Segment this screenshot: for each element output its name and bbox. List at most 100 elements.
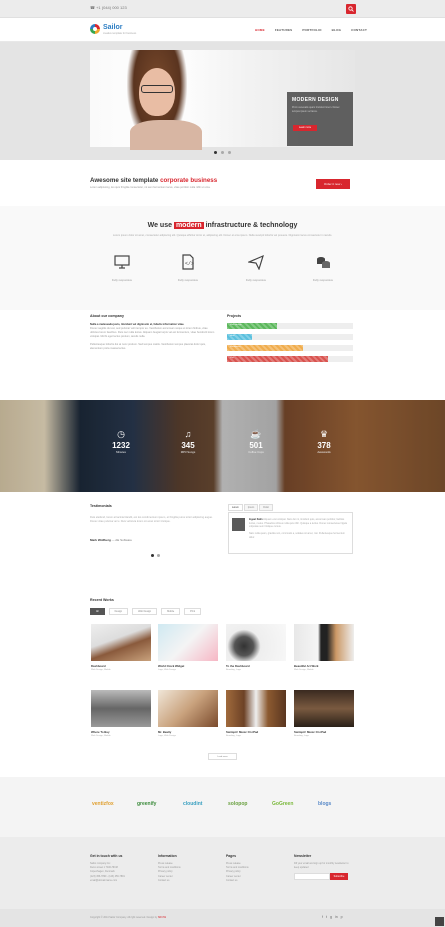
- portfolio-title: Swimpin' Music On iPad: [294, 730, 327, 734]
- clients-strip: ventizfox greenify cloudint solopop GoGr…: [0, 777, 445, 837]
- feature-item: Fully responsive: [102, 254, 142, 282]
- portfolio-title: Where To Buy: [91, 730, 110, 734]
- testimonial-dot[interactable]: [157, 554, 160, 557]
- filter-print[interactable]: Print: [184, 608, 202, 615]
- phone-number: ☎ +1 (044) 000 123: [90, 5, 127, 10]
- feature-label: Fully responsive: [312, 278, 334, 282]
- portfolio-category: Branding, Logo: [294, 735, 309, 737]
- tab-dolor[interactable]: Dolor: [259, 504, 274, 511]
- search-button[interactable]: [346, 4, 356, 14]
- brand-tagline: creative template for business: [103, 32, 137, 35]
- newsletter-email-input[interactable]: [294, 873, 330, 881]
- progress-fill: Html: [227, 334, 253, 340]
- stats-band: ◷ 1232 Minutes ♫ 345 MP3 Songs ☕ 501 Cof…: [0, 400, 445, 492]
- nav-portfolio[interactable]: PORTFOLIO: [302, 28, 321, 32]
- stat-label: Minutes: [116, 450, 126, 454]
- feature-label: Fully responsive: [245, 278, 267, 282]
- progress-fill: Wordpress: [227, 345, 303, 351]
- hero-caption: MODERN DESIGN Proin venenatis quam tinci…: [287, 92, 353, 146]
- load-more-button[interactable]: Load more: [208, 753, 237, 760]
- logo-icon[interactable]: [90, 24, 100, 34]
- client-logo[interactable]: cloudint: [183, 801, 202, 807]
- google-plus-icon[interactable]: g: [330, 915, 332, 919]
- facebook-icon[interactable]: f: [322, 915, 323, 919]
- progress-bar: Html: [227, 334, 353, 340]
- brand-name[interactable]: Sailor: [103, 24, 122, 31]
- client-logo[interactable]: solopop: [228, 801, 247, 807]
- code-file-icon: </>: [182, 254, 194, 270]
- nav-home[interactable]: HOME: [255, 28, 265, 32]
- portfolio-category: Web Design, Mobile: [91, 669, 111, 671]
- progress-label: Php: [230, 357, 234, 359]
- nav-blog[interactable]: BLOG: [332, 28, 341, 32]
- stat-label: Awwwards: [317, 450, 331, 454]
- hero-button[interactable]: Learn more: [293, 125, 317, 131]
- portfolio-item[interactable]: Mr. Beatty Logo, Web Design: [158, 690, 218, 737]
- client-logo[interactable]: GoGreen: [272, 801, 293, 807]
- stat-item: ♫ 345 MP3 Songs: [163, 428, 213, 454]
- filter-design[interactable]: Design: [108, 608, 129, 615]
- feature-item: Fully responsive: [303, 254, 343, 282]
- designer-link[interactable]: SRCSS: [158, 916, 166, 919]
- tech-title: We use modern infrastructure & technolog…: [147, 222, 298, 229]
- pinterest-icon[interactable]: p: [341, 915, 343, 919]
- about-text: Nulla a malesuada justo, tincidunt vel d…: [90, 323, 215, 350]
- subscribe-button[interactable]: Subscribe: [330, 873, 348, 881]
- portfolio-category: Branding, Logo: [226, 735, 241, 737]
- portfolio-item[interactable]: Swimpin' Music On iPad Branding, Logo: [294, 690, 354, 737]
- tech-subtitle: Lorem ipsum dolor sit amet, consectetur …: [112, 234, 333, 237]
- stat-number: 501: [249, 441, 263, 450]
- portfolio-title: World Clock Widget: [158, 664, 185, 668]
- footer-heading: Get in touch with us: [90, 854, 123, 858]
- svg-text:</>: </>: [185, 261, 194, 267]
- portfolio-category: Web Design, Mobile: [294, 669, 314, 671]
- database-icon: [317, 257, 330, 268]
- tab-panel: Ingeet Kalm Aliquam erat volutpat. Nam d…: [228, 512, 353, 554]
- client-logo[interactable]: ventizfox: [92, 801, 114, 807]
- client-logo[interactable]: greenify: [137, 801, 156, 807]
- footer-link[interactable]: Contact us: [158, 879, 181, 883]
- portfolio-item[interactable]: Swimpin' Music On iPad Branding, Logo: [226, 690, 286, 737]
- nav-contact[interactable]: CONTACT: [351, 28, 367, 32]
- footer-heading: Pages: [226, 854, 236, 858]
- paper-plane-icon: [246, 254, 264, 271]
- tab-lorem[interactable]: Lorem: [228, 504, 243, 511]
- clock-icon: ◷: [117, 429, 125, 439]
- slider-dot[interactable]: [228, 151, 231, 154]
- twitter-icon[interactable]: t: [326, 915, 327, 919]
- tab-ipsum[interactable]: Ipsum: [243, 504, 259, 511]
- copyright-text: Copyright © 2014 Sailor Company. All rig…: [90, 916, 167, 919]
- portfolio-category: Logo, Web Design: [158, 669, 176, 671]
- portfolio-item[interactable]: Where To Buy Web Design, Mobile: [91, 690, 151, 737]
- technology-section: We use modern infrastructure & technolog…: [0, 206, 445, 310]
- portfolio-item[interactable]: World Clock Widget Logo, Web Design: [158, 624, 218, 671]
- client-logo[interactable]: blogs: [318, 801, 331, 807]
- slider-dots: [214, 151, 231, 154]
- filter-mobile[interactable]: Mobile: [161, 608, 181, 615]
- footer-link[interactable]: Contact us: [226, 879, 249, 883]
- portfolio-thumbnail: [91, 624, 151, 661]
- filter-all[interactable]: All: [90, 608, 105, 615]
- avatar: [232, 518, 245, 531]
- portfolio-item[interactable]: To the Dashboard Branding, Logo: [226, 624, 286, 671]
- scroll-to-top-button[interactable]: [435, 917, 444, 926]
- footer-newsletter: Newsletter Fill your email and sign up f…: [294, 854, 354, 891]
- promo-subtitle: Lorem adipiscing, leo quis fringilla con…: [90, 186, 211, 189]
- portfolio-category: Logo, Web Design: [158, 735, 176, 737]
- hero-slider: [0, 42, 445, 160]
- order-button[interactable]: Order it now ›: [316, 179, 350, 189]
- testimonial-dot[interactable]: [151, 554, 154, 557]
- recent-works-section: Recent Works All Design Web Design Mobil…: [0, 592, 445, 777]
- portfolio-item[interactable]: Dashboard Web Design, Mobile: [91, 624, 151, 671]
- music-icon: ♫: [184, 429, 192, 439]
- portfolio-item[interactable]: Beautiful Art Work Web Design, Mobile: [294, 624, 354, 671]
- linkedin-icon[interactable]: in: [335, 915, 338, 919]
- nav-features[interactable]: FEATURES: [275, 28, 293, 32]
- slider-dot[interactable]: [214, 151, 217, 154]
- filter-web-design[interactable]: Web Design: [132, 608, 158, 615]
- portfolio-title: Dashboard: [91, 664, 106, 668]
- portfolio-thumbnail: [91, 690, 151, 727]
- progress-bar: Web design: [227, 323, 353, 329]
- portfolio-thumbnail: [294, 624, 354, 661]
- slider-dot[interactable]: [221, 151, 224, 154]
